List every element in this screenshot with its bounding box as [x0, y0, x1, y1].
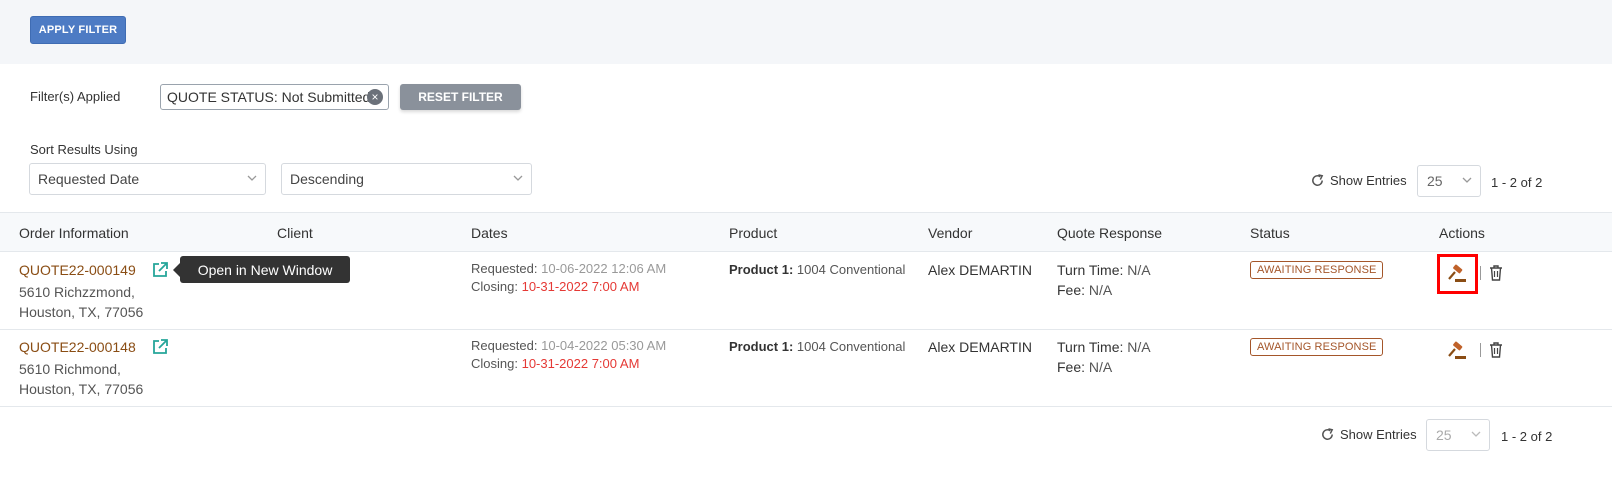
address-line2: Houston, TX, 77056	[19, 381, 144, 397]
col-status: Status	[1250, 225, 1290, 241]
sort-field-value: Requested Date	[38, 171, 140, 187]
entries-per-page-select[interactable]: 25	[1426, 419, 1490, 451]
closing-label: Closing:	[471, 356, 518, 371]
fee-value: N/A	[1088, 359, 1113, 375]
col-vendor: Vendor	[928, 225, 973, 241]
table-header	[0, 212, 1612, 252]
requested-label: Requested:	[471, 261, 538, 276]
filter-chip-text: QUOTE STATUS: Not Submitted	[167, 89, 371, 105]
order-dates: Requested: 10-06-2022 12:06 AM Closing: …	[471, 260, 666, 296]
product-label: Product 1:	[729, 339, 794, 354]
order-id-link[interactable]: QUOTE22-000148	[19, 339, 136, 355]
col-order-information: Order Information	[19, 225, 129, 241]
turn-time-label: Turn Time:	[1057, 339, 1124, 355]
external-link-icon[interactable]	[151, 261, 169, 279]
col-client: Client	[277, 225, 313, 241]
filter-chip: QUOTE STATUS: Not Submitted ×	[160, 84, 389, 110]
open-new-window-tooltip: Open in New Window	[173, 256, 350, 283]
order-id-link[interactable]: QUOTE22-000149	[19, 262, 136, 278]
result-range: 1 - 2 of 2	[1501, 429, 1553, 444]
address-line2: Houston, TX, 77056	[19, 304, 144, 320]
turn-time-value: N/A	[1127, 262, 1151, 278]
refresh-icon[interactable]	[1310, 173, 1325, 188]
status-badge: AWAITING RESPONSE	[1250, 338, 1384, 356]
entries-per-page-select[interactable]: 25	[1417, 165, 1481, 197]
requested-date: 10-04-2022 05:30 AM	[541, 338, 667, 353]
show-entries-label: Show Entries	[1340, 427, 1417, 442]
chevron-down-icon	[1462, 177, 1472, 183]
action-separator	[1480, 343, 1481, 357]
col-actions: Actions	[1439, 225, 1485, 241]
vendor-name: Alex DEMARTIN	[928, 339, 1032, 355]
result-range: 1 - 2 of 2	[1491, 175, 1543, 190]
address-line1: 5610 Richmond,	[19, 361, 121, 377]
row-divider	[0, 329, 1612, 330]
trash-icon[interactable]	[1489, 342, 1503, 358]
chevron-down-icon	[247, 175, 257, 181]
requested-date: 10-06-2022 12:06 AM	[541, 261, 667, 276]
quote-response: Turn Time: N/A Fee: N/A	[1057, 337, 1151, 377]
sort-field-select[interactable]: Requested Date	[29, 163, 266, 195]
order-address: 5610 Richzzmond, Houston, TX, 77056	[19, 282, 143, 322]
product-info: Product 1: 1004 Conventional	[729, 339, 905, 354]
order-address: 5610 Richmond, Houston, TX, 77056	[19, 359, 143, 399]
trash-icon[interactable]	[1489, 265, 1503, 281]
sort-label: Sort Results Using	[30, 142, 138, 157]
entries-per-page-value: 25	[1436, 427, 1452, 443]
product-value: 1004 Conventional	[796, 262, 906, 277]
product-value: 1004 Conventional	[796, 339, 906, 354]
sort-order-value: Descending	[290, 171, 364, 187]
turn-time-label: Turn Time:	[1057, 262, 1124, 278]
product-info: Product 1: 1004 Conventional	[729, 262, 905, 277]
refresh-icon[interactable]	[1320, 427, 1335, 442]
closing-label: Closing:	[471, 279, 518, 294]
address-line1: 5610 Richzzmond,	[19, 284, 135, 300]
chevron-down-icon	[1471, 431, 1481, 437]
col-quote-response: Quote Response	[1057, 225, 1163, 241]
fee-value: N/A	[1088, 282, 1113, 298]
external-link-icon[interactable]	[151, 338, 169, 356]
chevron-down-icon	[513, 175, 523, 181]
filter-toolbar: APPLY FILTER	[0, 0, 1612, 64]
product-label: Product 1:	[729, 262, 794, 277]
col-product: Product	[729, 225, 778, 241]
fee-label: Fee:	[1057, 359, 1086, 375]
row-divider	[0, 406, 1612, 407]
quote-response: Turn Time: N/A Fee: N/A	[1057, 260, 1151, 300]
sort-order-select[interactable]: Descending	[281, 163, 532, 195]
fee-label: Fee:	[1057, 282, 1086, 298]
entries-per-page-value: 25	[1427, 173, 1443, 189]
apply-filter-button[interactable]: APPLY FILTER	[30, 16, 126, 44]
closing-date: 10-31-2022 7:00 AM	[521, 356, 640, 371]
vendor-name: Alex DEMARTIN	[928, 262, 1032, 278]
show-entries-label: Show Entries	[1330, 173, 1407, 188]
order-dates: Requested: 10-04-2022 05:30 AM Closing: …	[471, 337, 666, 373]
closing-date: 10-31-2022 7:00 AM	[521, 279, 640, 294]
col-dates: Dates	[471, 225, 508, 241]
status-badge: AWAITING RESPONSE	[1250, 261, 1384, 279]
reset-filter-button[interactable]: RESET FILTER	[400, 84, 521, 110]
action-separator	[1480, 266, 1481, 280]
requested-label: Requested:	[471, 338, 538, 353]
show-entries-bottom[interactable]: Show Entries	[1320, 427, 1417, 442]
show-entries-top[interactable]: Show Entries	[1310, 173, 1407, 188]
gavel-icon[interactable]	[1447, 341, 1467, 361]
turn-time-value: N/A	[1127, 339, 1151, 355]
close-circle-icon[interactable]: ×	[367, 89, 383, 105]
filters-applied-label: Filter(s) Applied	[30, 89, 121, 104]
highlight-box	[1437, 254, 1478, 294]
